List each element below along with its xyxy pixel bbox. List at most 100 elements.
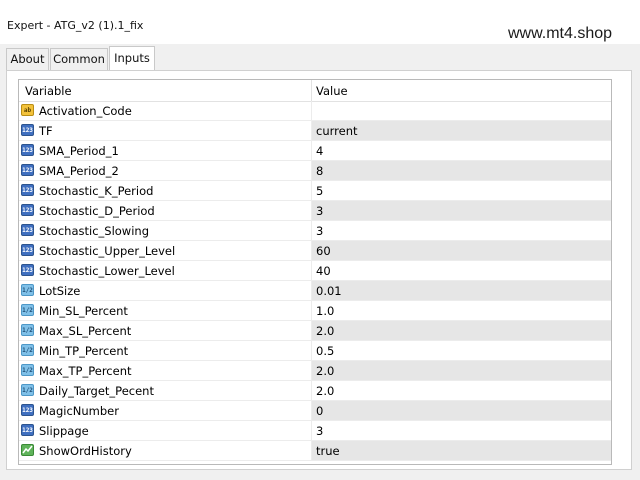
table-row[interactable]: 123 MagicNumber 0 bbox=[19, 401, 611, 421]
integer-type-icon: 123 bbox=[21, 144, 34, 156]
variable-cell[interactable]: 123 Slippage bbox=[19, 421, 311, 440]
table-row[interactable]: ShowOrdHistory true bbox=[19, 441, 611, 461]
variable-value: 0 bbox=[316, 404, 324, 418]
variable-name: TF bbox=[39, 124, 53, 138]
variable-value: 0.5 bbox=[316, 344, 335, 358]
table-row[interactable]: 123 SMA_Period_1 4 bbox=[19, 141, 611, 161]
variable-name: Stochastic_K_Period bbox=[39, 184, 154, 198]
variable-name: Slippage bbox=[39, 424, 89, 438]
value-cell[interactable]: 3 bbox=[311, 221, 611, 240]
string-type-icon: ab bbox=[21, 104, 34, 116]
table-row[interactable]: 1/2 Min_TP_Percent 0.5 bbox=[19, 341, 611, 361]
variable-value: 40 bbox=[316, 264, 331, 278]
variable-name: Stochastic_D_Period bbox=[39, 204, 155, 218]
integer-type-icon: 123 bbox=[21, 264, 34, 276]
title-bar: Expert - ATG_v2 (1).1_fix www.mt4.shop bbox=[0, 0, 640, 44]
integer-type-icon: 123 bbox=[21, 204, 34, 216]
value-cell[interactable]: 2.0 bbox=[311, 321, 611, 340]
variable-cell[interactable]: 123 Stochastic_D_Period bbox=[19, 201, 311, 220]
variable-name: Activation_Code bbox=[39, 104, 132, 118]
variable-cell[interactable]: ab Activation_Code bbox=[19, 101, 311, 120]
variable-name: Min_SL_Percent bbox=[39, 304, 128, 318]
window-title: Expert - ATG_v2 (1).1_fix bbox=[7, 19, 144, 32]
variable-cell[interactable]: 123 SMA_Period_2 bbox=[19, 161, 311, 180]
value-cell[interactable] bbox=[311, 101, 611, 120]
variable-name: Min_TP_Percent bbox=[39, 344, 129, 358]
variable-value: 2.0 bbox=[316, 384, 335, 398]
variable-value: 2.0 bbox=[316, 324, 335, 338]
variable-cell[interactable]: 123 SMA_Period_1 bbox=[19, 141, 311, 160]
variable-cell[interactable]: 123 MagicNumber bbox=[19, 401, 311, 420]
variable-name: LotSize bbox=[39, 284, 81, 298]
variable-value: 4 bbox=[316, 144, 324, 158]
tab-about[interactable]: About bbox=[6, 48, 49, 70]
variable-cell[interactable]: ShowOrdHistory bbox=[19, 441, 311, 460]
double-type-icon: 1/2 bbox=[21, 364, 34, 376]
value-cell[interactable]: 0.5 bbox=[311, 341, 611, 360]
value-cell[interactable]: 60 bbox=[311, 241, 611, 260]
integer-type-icon: 123 bbox=[21, 224, 34, 236]
value-cell[interactable]: 2.0 bbox=[311, 381, 611, 400]
double-type-icon: 1/2 bbox=[21, 304, 34, 316]
variable-value: current bbox=[316, 124, 358, 138]
variable-cell[interactable]: 123 TF bbox=[19, 121, 311, 140]
value-cell[interactable]: 2.0 bbox=[311, 361, 611, 380]
value-cell[interactable]: 4 bbox=[311, 141, 611, 160]
variable-value: 8 bbox=[316, 164, 324, 178]
table-row[interactable]: 123 Slippage 3 bbox=[19, 421, 611, 441]
value-cell[interactable]: 3 bbox=[311, 421, 611, 440]
table-row[interactable]: 123 TF current bbox=[19, 121, 611, 141]
watermark-text: www.mt4.shop bbox=[508, 25, 613, 42]
table-row[interactable]: 123 Stochastic_Lower_Level 40 bbox=[19, 261, 611, 281]
value-cell[interactable]: 0 bbox=[311, 401, 611, 420]
table-row[interactable]: 123 Stochastic_D_Period 3 bbox=[19, 201, 611, 221]
integer-type-icon: 123 bbox=[21, 244, 34, 256]
tab-common[interactable]: Common bbox=[50, 48, 108, 70]
value-cell[interactable]: 40 bbox=[311, 261, 611, 280]
variable-name: Stochastic_Upper_Level bbox=[39, 244, 176, 258]
integer-type-icon: 123 bbox=[21, 164, 34, 176]
variable-cell[interactable]: 123 Stochastic_Upper_Level bbox=[19, 241, 311, 260]
table-row[interactable]: 1/2 Max_TP_Percent 2.0 bbox=[19, 361, 611, 381]
table-row[interactable]: 1/2 Max_SL_Percent 2.0 bbox=[19, 321, 611, 341]
double-type-icon: 1/2 bbox=[21, 344, 34, 356]
value-cell[interactable]: 3 bbox=[311, 201, 611, 220]
value-cell[interactable]: 8 bbox=[311, 161, 611, 180]
variable-cell[interactable]: 1/2 Min_TP_Percent bbox=[19, 341, 311, 360]
value-cell[interactable]: current bbox=[311, 121, 611, 140]
inputs-panel: Variable Value ab Activation_Code 123 TF cur… bbox=[6, 70, 632, 470]
variable-name: Stochastic_Slowing bbox=[39, 224, 149, 238]
variable-name: MagicNumber bbox=[39, 404, 119, 418]
table-row[interactable]: 123 Stochastic_K_Period 5 bbox=[19, 181, 611, 201]
table-row[interactable]: 1/2 Min_SL_Percent 1.0 bbox=[19, 301, 611, 321]
variable-value: 1.0 bbox=[316, 304, 335, 318]
value-cell[interactable]: 0.01 bbox=[311, 281, 611, 300]
value-cell[interactable]: 5 bbox=[311, 181, 611, 200]
tab-inputs[interactable]: Inputs bbox=[109, 46, 155, 71]
variable-cell[interactable]: 1/2 Daily_Target_Pecent bbox=[19, 381, 311, 400]
table-row[interactable]: 1/2 Daily_Target_Pecent 2.0 bbox=[19, 381, 611, 401]
variable-value: 3 bbox=[316, 224, 324, 238]
table-row[interactable]: 123 SMA_Period_2 8 bbox=[19, 161, 611, 181]
value-cell[interactable]: true bbox=[311, 441, 611, 460]
variable-cell[interactable]: 1/2 Min_SL_Percent bbox=[19, 301, 311, 320]
table-row[interactable]: ab Activation_Code bbox=[19, 101, 611, 121]
variable-cell[interactable]: 123 Stochastic_Slowing bbox=[19, 221, 311, 240]
variable-name: Daily_Target_Pecent bbox=[39, 384, 154, 398]
variable-cell[interactable]: 123 Stochastic_K_Period bbox=[19, 181, 311, 200]
integer-type-icon: 123 bbox=[21, 404, 34, 416]
variable-name: Max_TP_Percent bbox=[39, 364, 132, 378]
variable-name: Stochastic_Lower_Level bbox=[39, 264, 175, 278]
table-row[interactable]: 123 Stochastic_Slowing 3 bbox=[19, 221, 611, 241]
value-cell[interactable]: 1.0 bbox=[311, 301, 611, 320]
table-row[interactable]: 123 Stochastic_Upper_Level 60 bbox=[19, 241, 611, 261]
variable-cell[interactable]: 1/2 LotSize bbox=[19, 281, 311, 300]
column-header-variable[interactable]: Variable bbox=[25, 84, 72, 98]
variable-cell[interactable]: 1/2 Max_SL_Percent bbox=[19, 321, 311, 340]
table-row[interactable]: 1/2 LotSize 0.01 bbox=[19, 281, 611, 301]
column-divider[interactable] bbox=[311, 80, 312, 101]
column-header-value[interactable]: Value bbox=[316, 84, 348, 98]
grid-header: Variable Value bbox=[19, 80, 611, 102]
variable-cell[interactable]: 123 Stochastic_Lower_Level bbox=[19, 261, 311, 280]
variable-cell[interactable]: 1/2 Max_TP_Percent bbox=[19, 361, 311, 380]
